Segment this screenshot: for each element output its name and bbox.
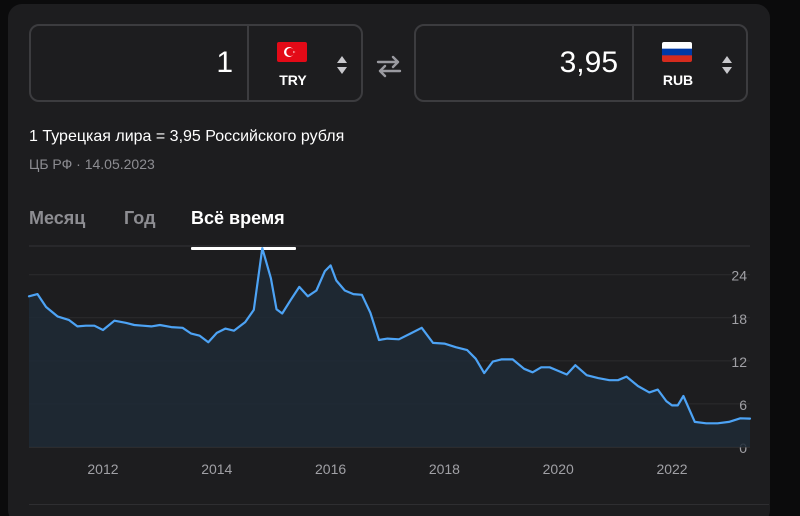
y-tick-label: 18 (731, 311, 747, 327)
series-area (29, 248, 750, 447)
x-tick-label: 2014 (201, 461, 232, 477)
x-tick-label: 2016 (315, 461, 346, 477)
x-tick-label: 2012 (87, 461, 118, 477)
y-tick-label: 6 (739, 397, 747, 413)
rate-history-chart: 061218242012 2014 2016 2018 2020 2022 (27, 245, 752, 477)
x-tick-label: 2020 (543, 461, 574, 477)
x-tick-label: 2022 (656, 461, 687, 477)
x-tick-label: 2018 (429, 461, 460, 477)
y-tick-label: 24 (731, 268, 747, 284)
y-tick-label: 12 (731, 354, 747, 370)
